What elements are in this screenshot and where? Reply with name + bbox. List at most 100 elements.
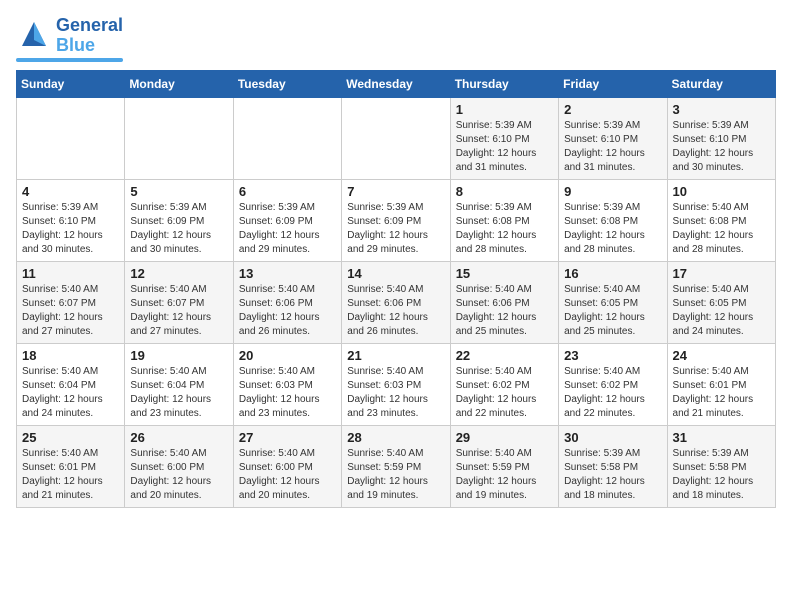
calendar-cell: 14Sunrise: 5:40 AM Sunset: 6:06 PM Dayli… xyxy=(342,261,450,343)
col-sunday: Sunday xyxy=(17,70,125,97)
calendar-cell: 22Sunrise: 5:40 AM Sunset: 6:02 PM Dayli… xyxy=(450,343,558,425)
day-info: Sunrise: 5:39 AM Sunset: 6:09 PM Dayligh… xyxy=(130,201,227,257)
day-info: Sunrise: 5:40 AM Sunset: 6:02 PM Dayligh… xyxy=(564,365,661,421)
day-number: 28 xyxy=(347,430,444,445)
day-info: Sunrise: 5:40 AM Sunset: 6:00 PM Dayligh… xyxy=(239,447,336,503)
logo-blue: Blue xyxy=(56,36,123,56)
day-info: Sunrise: 5:39 AM Sunset: 6:08 PM Dayligh… xyxy=(564,201,661,257)
day-number: 9 xyxy=(564,184,661,199)
day-info: Sunrise: 5:39 AM Sunset: 5:58 PM Dayligh… xyxy=(673,447,770,503)
day-info: Sunrise: 5:40 AM Sunset: 6:00 PM Dayligh… xyxy=(130,447,227,503)
day-info: Sunrise: 5:40 AM Sunset: 6:06 PM Dayligh… xyxy=(239,283,336,339)
calendar-week-row: 11 Sunrise: 5:40 AM Sunset: 6:07 PM Dayli… xyxy=(17,261,776,343)
col-saturday: Saturday xyxy=(667,70,775,97)
day-info: Sunrise: 5:39 AM Sunset: 6:09 PM Dayligh… xyxy=(239,201,336,257)
day-number: 8 xyxy=(456,184,553,199)
day-number: 25 xyxy=(22,430,119,445)
day-info: Sunrise: 5:39 AM Sunset: 5:58 PM Dayligh… xyxy=(564,447,661,503)
calendar-cell: 7Sunrise: 5:39 AM Sunset: 6:09 PM Daylig… xyxy=(342,179,450,261)
day-number: 11 xyxy=(22,266,119,281)
day-info: Sunrise: 5:40 AM Sunset: 5:59 PM Dayligh… xyxy=(456,447,553,503)
day-info: Sunrise: 5:40 AM Sunset: 6:08 PM Dayligh… xyxy=(673,201,770,257)
day-number: 23 xyxy=(564,348,661,363)
calendar-cell xyxy=(342,97,450,179)
day-number: 12 xyxy=(130,266,227,281)
day-info: Sunrise: 5:40 AM Sunset: 6:06 PM Dayligh… xyxy=(347,283,444,339)
col-monday: Monday xyxy=(125,70,233,97)
calendar-cell: 23 Sunrise: 5:40 AM Sunset: 6:02 PM Dayli… xyxy=(559,343,667,425)
day-number: 18 xyxy=(22,348,119,363)
day-number: 6 xyxy=(239,184,336,199)
day-number: 7 xyxy=(347,184,444,199)
calendar-header-row: SundayMondayTuesdayWednesdayThursdayFrid… xyxy=(17,70,776,97)
calendar-cell: 19 Sunrise: 5:40 AM Sunset: 6:04 PM Dayli… xyxy=(125,343,233,425)
day-info: Sunrise: 5:39 AM Sunset: 6:10 PM Dayligh… xyxy=(564,119,661,175)
calendar-cell: 31Sunrise: 5:39 AM Sunset: 5:58 PM Dayli… xyxy=(667,425,775,507)
logo-general: General xyxy=(56,16,123,36)
page-header: General Blue xyxy=(16,16,776,62)
day-info: Sunrise: 5:40 AM Sunset: 6:04 PM Dayligh… xyxy=(130,365,227,421)
calendar-cell: 21Sunrise: 5:40 AM Sunset: 6:03 PM Dayli… xyxy=(342,343,450,425)
day-number: 26 xyxy=(130,430,227,445)
calendar-cell: 3 Sunrise: 5:39 AM Sunset: 6:10 PM Daylig… xyxy=(667,97,775,179)
calendar-cell: 9 Sunrise: 5:39 AM Sunset: 6:08 PM Daylig… xyxy=(559,179,667,261)
day-info: Sunrise: 5:40 AM Sunset: 6:06 PM Dayligh… xyxy=(456,283,553,339)
day-number: 4 xyxy=(22,184,119,199)
calendar-cell: 11 Sunrise: 5:40 AM Sunset: 6:07 PM Dayli… xyxy=(17,261,125,343)
day-info: Sunrise: 5:40 AM Sunset: 6:04 PM Dayligh… xyxy=(22,365,119,421)
col-tuesday: Tuesday xyxy=(233,70,341,97)
calendar-cell xyxy=(125,97,233,179)
col-thursday: Thursday xyxy=(450,70,558,97)
col-friday: Friday xyxy=(559,70,667,97)
calendar-cell: 24Sunrise: 5:40 AM Sunset: 6:01 PM Dayli… xyxy=(667,343,775,425)
calendar-cell: 10 Sunrise: 5:40 AM Sunset: 6:08 PM Dayli… xyxy=(667,179,775,261)
calendar-cell: 29Sunrise: 5:40 AM Sunset: 5:59 PM Dayli… xyxy=(450,425,558,507)
calendar-week-row: 4 Sunrise: 5:39 AM Sunset: 6:10 PM Daylig… xyxy=(17,179,776,261)
calendar-cell: 26 Sunrise: 5:40 AM Sunset: 6:00 PM Dayli… xyxy=(125,425,233,507)
logo-icon xyxy=(16,18,52,54)
calendar-cell: 20Sunrise: 5:40 AM Sunset: 6:03 PM Dayli… xyxy=(233,343,341,425)
calendar-table: SundayMondayTuesdayWednesdayThursdayFrid… xyxy=(16,70,776,508)
day-number: 19 xyxy=(130,348,227,363)
day-info: Sunrise: 5:40 AM Sunset: 5:59 PM Dayligh… xyxy=(347,447,444,503)
day-info: Sunrise: 5:40 AM Sunset: 6:01 PM Dayligh… xyxy=(22,447,119,503)
day-info: Sunrise: 5:40 AM Sunset: 6:02 PM Dayligh… xyxy=(456,365,553,421)
day-info: Sunrise: 5:40 AM Sunset: 6:07 PM Dayligh… xyxy=(130,283,227,339)
day-info: Sunrise: 5:40 AM Sunset: 6:03 PM Dayligh… xyxy=(239,365,336,421)
day-number: 21 xyxy=(347,348,444,363)
calendar-cell: 15 Sunrise: 5:40 AM Sunset: 6:06 PM Dayli… xyxy=(450,261,558,343)
day-number: 10 xyxy=(673,184,770,199)
day-info: Sunrise: 5:39 AM Sunset: 6:10 PM Dayligh… xyxy=(22,201,119,257)
day-info: Sunrise: 5:40 AM Sunset: 6:07 PM Dayligh… xyxy=(22,283,119,339)
day-info: Sunrise: 5:39 AM Sunset: 6:08 PM Dayligh… xyxy=(456,201,553,257)
day-number: 13 xyxy=(239,266,336,281)
day-number: 27 xyxy=(239,430,336,445)
calendar-cell: 25 Sunrise: 5:40 AM Sunset: 6:01 PM Dayli… xyxy=(17,425,125,507)
calendar-cell: 18 Sunrise: 5:40 AM Sunset: 6:04 PM Dayli… xyxy=(17,343,125,425)
day-number: 2 xyxy=(564,102,661,117)
calendar-cell: 27 Sunrise: 5:40 AM Sunset: 6:00 PM Dayli… xyxy=(233,425,341,507)
col-wednesday: Wednesday xyxy=(342,70,450,97)
day-number: 3 xyxy=(673,102,770,117)
calendar-week-row: 1 Sunrise: 5:39 AM Sunset: 6:10 PM Daylig… xyxy=(17,97,776,179)
day-number: 1 xyxy=(456,102,553,117)
day-number: 30 xyxy=(564,430,661,445)
day-number: 5 xyxy=(130,184,227,199)
calendar-cell xyxy=(17,97,125,179)
calendar-cell: 5 Sunrise: 5:39 AM Sunset: 6:09 PM Daylig… xyxy=(125,179,233,261)
day-info: Sunrise: 5:40 AM Sunset: 6:01 PM Dayligh… xyxy=(673,365,770,421)
calendar-week-row: 25 Sunrise: 5:40 AM Sunset: 6:01 PM Dayli… xyxy=(17,425,776,507)
calendar-cell xyxy=(233,97,341,179)
calendar-cell: 4 Sunrise: 5:39 AM Sunset: 6:10 PM Daylig… xyxy=(17,179,125,261)
calendar-cell: 1Sunrise: 5:39 AM Sunset: 6:10 PM Daylig… xyxy=(450,97,558,179)
day-info: Sunrise: 5:39 AM Sunset: 6:10 PM Dayligh… xyxy=(673,119,770,175)
calendar-cell: 30 Sunrise: 5:39 AM Sunset: 5:58 PM Dayli… xyxy=(559,425,667,507)
logo-divider xyxy=(16,58,123,62)
calendar-cell: 12 Sunrise: 5:40 AM Sunset: 6:07 PM Dayli… xyxy=(125,261,233,343)
day-number: 15 xyxy=(456,266,553,281)
day-info: Sunrise: 5:40 AM Sunset: 6:05 PM Dayligh… xyxy=(673,283,770,339)
calendar-cell: 28 Sunrise: 5:40 AM Sunset: 5:59 PM Dayli… xyxy=(342,425,450,507)
calendar-week-row: 18 Sunrise: 5:40 AM Sunset: 6:04 PM Dayli… xyxy=(17,343,776,425)
calendar-cell: 2 Sunrise: 5:39 AM Sunset: 6:10 PM Daylig… xyxy=(559,97,667,179)
calendar-cell: 17Sunrise: 5:40 AM Sunset: 6:05 PM Dayli… xyxy=(667,261,775,343)
